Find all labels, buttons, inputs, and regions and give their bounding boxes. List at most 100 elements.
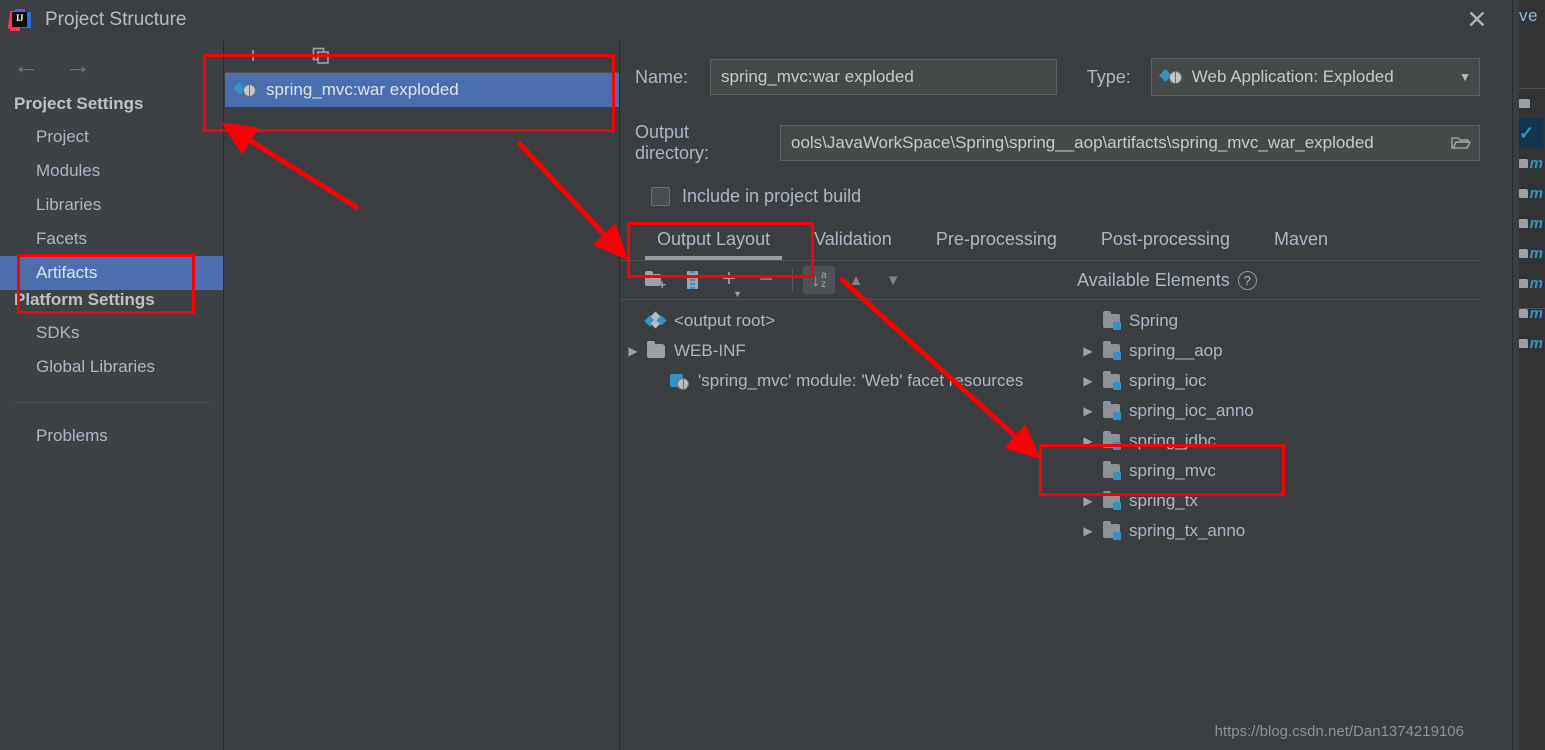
sidebar-nav: ← → xyxy=(0,40,223,78)
artifact-name-input[interactable]: spring_mvc:war exploded xyxy=(710,59,1057,95)
tab-post-processing[interactable]: Post-processing xyxy=(1079,223,1252,260)
browse-directory-button[interactable] xyxy=(1442,125,1480,161)
output-root-tree: <output root> ▶ WEB-INF 'spring_mvc' mod… xyxy=(621,300,1076,719)
list-item[interactable]: ▶ spring_ioc xyxy=(1076,366,1480,396)
available-elements-label: Available Elements xyxy=(1077,269,1230,290)
tab-maven[interactable]: Maven xyxy=(1252,223,1350,260)
ide-item[interactable]: m xyxy=(1519,148,1543,178)
output-directory-input[interactable]: ools\JavaWorkSpace\Spring\spring__aop\ar… xyxy=(780,125,1442,161)
ide-item[interactable]: m xyxy=(1519,268,1543,298)
sidebar-item-modules[interactable]: Modules xyxy=(0,154,223,188)
sidebar-item-facets[interactable]: Facets xyxy=(0,222,223,256)
help-circle-icon[interactable]: ? xyxy=(1237,270,1257,290)
tab-validation[interactable]: Validation xyxy=(792,223,914,260)
sidebar-item-artifacts[interactable]: Artifacts xyxy=(0,256,223,290)
output-directory-label: Output directory: xyxy=(635,122,710,163)
list-item[interactable]: ▶ spring_ioc_anno xyxy=(1076,396,1480,426)
remove-element-button[interactable]: − xyxy=(750,266,782,294)
chevron-right-icon[interactable]: ▶ xyxy=(1076,434,1100,448)
list-item-label: spring_tx_anno xyxy=(1129,521,1246,540)
chevron-right-icon[interactable]: ▶ xyxy=(1076,494,1100,508)
ide-item[interactable]: m xyxy=(1519,298,1543,328)
artifact-detail-panel: Name: spring_mvc:war exploded Type: Web … xyxy=(621,40,1480,750)
detail-tabs: Output Layout Validation Pre-processing … xyxy=(621,223,1480,260)
forward-arrow-icon[interactable]: → xyxy=(64,52,92,78)
chevron-right-icon[interactable]: ▶ xyxy=(1076,404,1100,418)
add-copy-of-button[interactable]: + ▼ xyxy=(713,266,745,299)
name-and-type-row: Name: spring_mvc:war exploded Type: Web … xyxy=(621,40,1480,96)
output-layout-panes: <output root> ▶ WEB-INF 'spring_mvc' mod… xyxy=(621,299,1480,719)
sidebar-item-project[interactable]: Project xyxy=(0,120,223,154)
tree-row[interactable]: <output root> xyxy=(621,306,1076,336)
screen-root: ve ✓ m m m m m m m IJ Project Structure … xyxy=(0,0,1545,750)
settings-sidebar: ← → Project Settings Project Modules Lib… xyxy=(0,40,224,750)
create-directory-button[interactable]: + xyxy=(639,266,671,294)
ide-item[interactable]: m xyxy=(1519,328,1543,358)
remove-artifact-button[interactable]: − xyxy=(272,43,302,69)
list-item[interactable]: ▶ spring_tx_anno xyxy=(1076,516,1480,546)
artifacts-list: spring_mvc:war exploded xyxy=(225,72,619,107)
add-artifact-button[interactable]: + xyxy=(238,43,268,69)
list-item[interactable]: spring_mvc xyxy=(1076,456,1480,486)
list-item-label: spring_ioc_anno xyxy=(1129,401,1254,420)
move-down-button[interactable]: ▼ xyxy=(877,266,909,294)
ide-structure-items[interactable]: ✓ m m m m m m m xyxy=(1519,88,1543,358)
project-structure-dialog: IJ Project Structure ✕ ← → Project Setti… xyxy=(0,0,1513,750)
sidebar-item-libraries[interactable]: Libraries xyxy=(0,188,223,222)
web-artifact-icon xyxy=(1158,68,1183,86)
copy-artifact-button[interactable] xyxy=(306,43,336,69)
ide-item[interactable]: m xyxy=(1519,238,1543,268)
list-item-label: spring_jdbc xyxy=(1129,431,1216,450)
tab-active-underline xyxy=(645,256,783,260)
module-icon xyxy=(1100,491,1122,510)
module-icon xyxy=(1100,431,1122,450)
web-facet-icon xyxy=(669,372,691,390)
list-item[interactable]: Spring xyxy=(1076,306,1480,336)
ide-item[interactable]: m xyxy=(1519,208,1543,238)
artifact-type-select[interactable]: Web Application: Exploded ▼ xyxy=(1150,58,1480,96)
sidebar-group-platform-settings: Platform Settings xyxy=(14,290,155,309)
triangle-down-icon: ▼ xyxy=(885,271,901,289)
sidebar-item-sdks[interactable]: SDKs xyxy=(0,316,223,350)
list-item[interactable]: ▶ spring__aop xyxy=(1076,336,1480,366)
ide-item-selected[interactable]: ✓ xyxy=(1519,118,1543,148)
sort-elements-button[interactable]: ↓ a z xyxy=(803,266,835,294)
triangle-up-icon: ▲ xyxy=(848,271,864,289)
ide-item[interactable]: m xyxy=(1519,178,1543,208)
sidebar-divider xyxy=(14,402,209,403)
sidebar-item-problems[interactable]: Problems xyxy=(0,419,223,453)
available-elements-header: Available Elements ? xyxy=(1077,261,1257,299)
move-up-button[interactable]: ▲ xyxy=(840,266,872,294)
tree-row[interactable]: 'spring_mvc' module: 'Web' facet resourc… xyxy=(621,366,1076,396)
tab-output-layout[interactable]: Output Layout xyxy=(635,223,792,260)
include-in-project-build-checkbox[interactable] xyxy=(651,187,670,206)
tree-row[interactable]: ▶ WEB-INF xyxy=(621,336,1076,366)
chevron-right-icon[interactable]: ▶ xyxy=(621,344,645,358)
name-label: Name: xyxy=(635,66,689,87)
copy-icon xyxy=(312,47,329,64)
back-arrow-icon[interactable]: ← xyxy=(12,52,40,78)
chevron-right-icon[interactable]: ▶ xyxy=(1076,374,1100,388)
page-title: Project Structure xyxy=(45,9,187,30)
tree-row-label: WEB-INF xyxy=(674,341,746,360)
artifact-item-spring-mvc-war-exploded[interactable]: spring_mvc:war exploded xyxy=(225,73,619,107)
ide-tab-label: ve xyxy=(1519,6,1538,25)
folder-open-icon xyxy=(1450,137,1471,149)
minus-icon: − xyxy=(758,266,773,293)
module-icon xyxy=(1100,521,1122,540)
module-icon xyxy=(1100,371,1122,390)
ide-item[interactable] xyxy=(1519,88,1543,118)
toolbar-separator xyxy=(792,269,793,291)
extracted-directory-button[interactable] xyxy=(676,266,708,294)
module-icon xyxy=(1100,461,1122,480)
tab-pre-processing[interactable]: Pre-processing xyxy=(914,223,1079,260)
list-item[interactable]: ▶ spring_tx xyxy=(1076,486,1480,516)
chevron-right-icon[interactable]: ▶ xyxy=(1076,344,1100,358)
list-item[interactable]: ▶ spring_jdbc xyxy=(1076,426,1480,456)
close-icon[interactable]: ✕ xyxy=(1460,5,1494,35)
include-in-build-row[interactable]: Include in project build xyxy=(621,164,1480,207)
sidebar-item-global-libraries[interactable]: Global Libraries xyxy=(0,350,223,384)
list-item-label: spring_ioc xyxy=(1129,371,1207,390)
chevron-right-icon[interactable]: ▶ xyxy=(1076,524,1100,538)
list-item-label: Spring xyxy=(1129,311,1179,330)
